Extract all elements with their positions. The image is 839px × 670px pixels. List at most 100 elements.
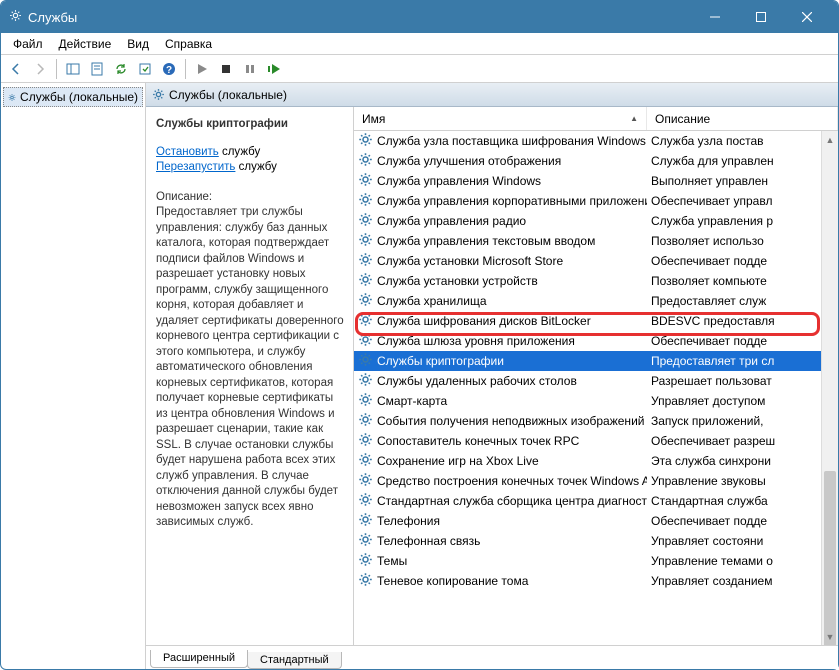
service-row[interactable]: Служба установки устройствПозволяет комп… [354,271,838,291]
service-row[interactable]: Служба узла поставщика шифрования Window… [354,131,838,151]
back-button[interactable] [5,58,27,80]
service-desc-cell: Управляет состояни [647,534,838,548]
service-row[interactable]: Служба шифрования дисков BitLocker BDESVC… [354,311,838,331]
service-row[interactable]: Телефонная связь Управляет состояни [354,531,838,551]
service-list: Имя ▲ Описание Служба узла поставщика ши… [354,107,838,645]
service-row[interactable]: Сопоставитель конечных точек RPC Обеспечи… [354,431,838,451]
close-button[interactable] [784,1,830,33]
scroll-thumb[interactable] [824,471,836,645]
service-desc-cell: Служба для управлен [647,154,838,168]
svg-text:?: ? [166,65,172,76]
service-name-cell: События получения неподвижных изображени… [377,414,644,428]
view-tabs: Расширенный Стандартный [146,645,838,669]
service-desc-cell: Эта служба синхрони [647,454,838,468]
service-row[interactable]: Служба управления корпоративными приложе… [354,191,838,211]
service-row[interactable]: Служба управления WindowsВыполняет управ… [354,171,838,191]
service-name-cell: Служба улучшения отображения [377,154,561,168]
service-name-cell: Сопоставитель конечных точек RPC [377,434,579,448]
service-name-cell: Служба шифрования дисков BitLocker [377,314,591,328]
service-name-cell: Темы [377,554,407,568]
forward-button[interactable] [29,58,51,80]
service-name-cell: Служба узла поставщика шифрования Window… [377,134,646,148]
service-row[interactable]: Служба шлюза уровня приложенияОбеспечива… [354,331,838,351]
selected-service-name: Службы криптографии [156,117,345,133]
toolbar: ? [1,55,838,83]
pause-button[interactable] [239,58,261,80]
gear-icon [358,192,373,210]
tree-panel: Службы (локальные) [1,83,146,669]
service-desc-cell: Предоставляет служ [647,294,838,308]
tree-root-label: Службы (локальные) [20,90,138,104]
service-name-cell: Служба хранилища [377,294,487,308]
gear-icon [358,472,373,490]
service-name-cell: Служба управления корпоративными приложе… [377,194,647,208]
content-header-label: Службы (локальные) [169,88,287,102]
service-desc-cell: Служба узла постав [647,134,838,148]
tab-extended[interactable]: Расширенный [150,650,248,668]
sort-indicator-icon: ▲ [630,114,638,123]
vertical-scrollbar[interactable]: ▲ ▼ [821,131,838,645]
service-name-cell: Служба управления текстовым вводом [377,234,595,248]
service-desc-cell: Управляет доступом [647,394,838,408]
gear-icon [358,512,373,530]
window-title: Службы [28,10,77,25]
service-desc-cell: BDESVC предоставля [647,314,838,328]
tab-standard[interactable]: Стандартный [247,652,342,669]
service-row[interactable]: Служба хранилища Предоставляет служ [354,291,838,311]
service-name-cell: Служба установки устройств [377,274,538,288]
service-row[interactable]: Стандартная служба сборщика центра диагн… [354,491,838,511]
properties-button[interactable] [86,58,108,80]
service-row[interactable]: ТемыУправление темами о [354,551,838,571]
service-row[interactable]: Службы криптографииПредоставляет три сл [354,351,838,371]
service-row[interactable]: Служба установки Microsoft StoreОбеспечи… [354,251,838,271]
service-row[interactable]: Сохранение игр на Xbox LiveЭта служба си… [354,451,838,471]
menu-view[interactable]: Вид [119,35,157,53]
service-row[interactable]: Смарт-картаУправляет доступом [354,391,838,411]
gear-icon [358,172,373,190]
minimize-button[interactable] [692,1,738,33]
menu-help[interactable]: Справка [157,35,220,53]
stop-link[interactable]: Остановить [156,146,219,158]
service-desc-cell: Разрешает пользоват [647,374,838,388]
export-button[interactable] [134,58,156,80]
content-header: Службы (локальные) [146,83,838,107]
column-name[interactable]: Имя ▲ [354,107,647,130]
service-row[interactable]: ТелефонияОбеспечивает подде [354,511,838,531]
service-name-cell: Служба управления Windows [377,174,541,188]
show-hide-button[interactable] [62,58,84,80]
service-row[interactable]: Средство построения конечных точек Windo… [354,471,838,491]
column-description[interactable]: Описание [647,107,838,130]
tree-root-item[interactable]: Службы (локальные) [3,87,143,107]
help-button[interactable]: ? [158,58,180,80]
menu-file[interactable]: Файл [5,35,51,53]
service-row[interactable]: События получения неподвижных изображени… [354,411,838,431]
service-desc-cell: Позволяет использо [647,234,838,248]
refresh-button[interactable] [110,58,132,80]
gear-icon [358,492,373,510]
service-desc-cell: Обеспечивает подде [647,254,838,268]
service-row[interactable]: Служба управления текстовым вводом Позвол… [354,231,838,251]
gear-icon [358,392,373,410]
gear-icon [358,212,373,230]
service-name-cell: Служба шлюза уровня приложения [377,334,575,348]
service-row[interactable]: Служба улучшения отображения Служба для у… [354,151,838,171]
scroll-down-icon[interactable]: ▼ [822,628,838,645]
stop-button[interactable] [215,58,237,80]
gear-icon [358,332,373,350]
service-row[interactable]: Теневое копирование томаУправляет создан… [354,571,838,591]
restart-button[interactable] [263,58,285,80]
gear-icon [358,252,373,270]
list-header: Имя ▲ Описание [354,107,838,131]
service-row[interactable]: Служба управления радиоСлужба управления… [354,211,838,231]
start-button[interactable] [191,58,213,80]
service-desc-cell: Обеспечивает подде [647,514,838,528]
service-name-cell: Служба управления радио [377,214,526,228]
service-desc-cell: Обеспечивает разреш [647,434,838,448]
service-name-cell: Телефонная связь [377,534,480,548]
service-row[interactable]: Службы удаленных рабочих столовРазрешает… [354,371,838,391]
menu-action[interactable]: Действие [51,35,120,53]
scroll-up-icon[interactable]: ▲ [822,131,838,148]
title-bar: Службы [1,1,838,33]
restart-link[interactable]: Перезапустить [156,161,235,173]
maximize-button[interactable] [738,1,784,33]
